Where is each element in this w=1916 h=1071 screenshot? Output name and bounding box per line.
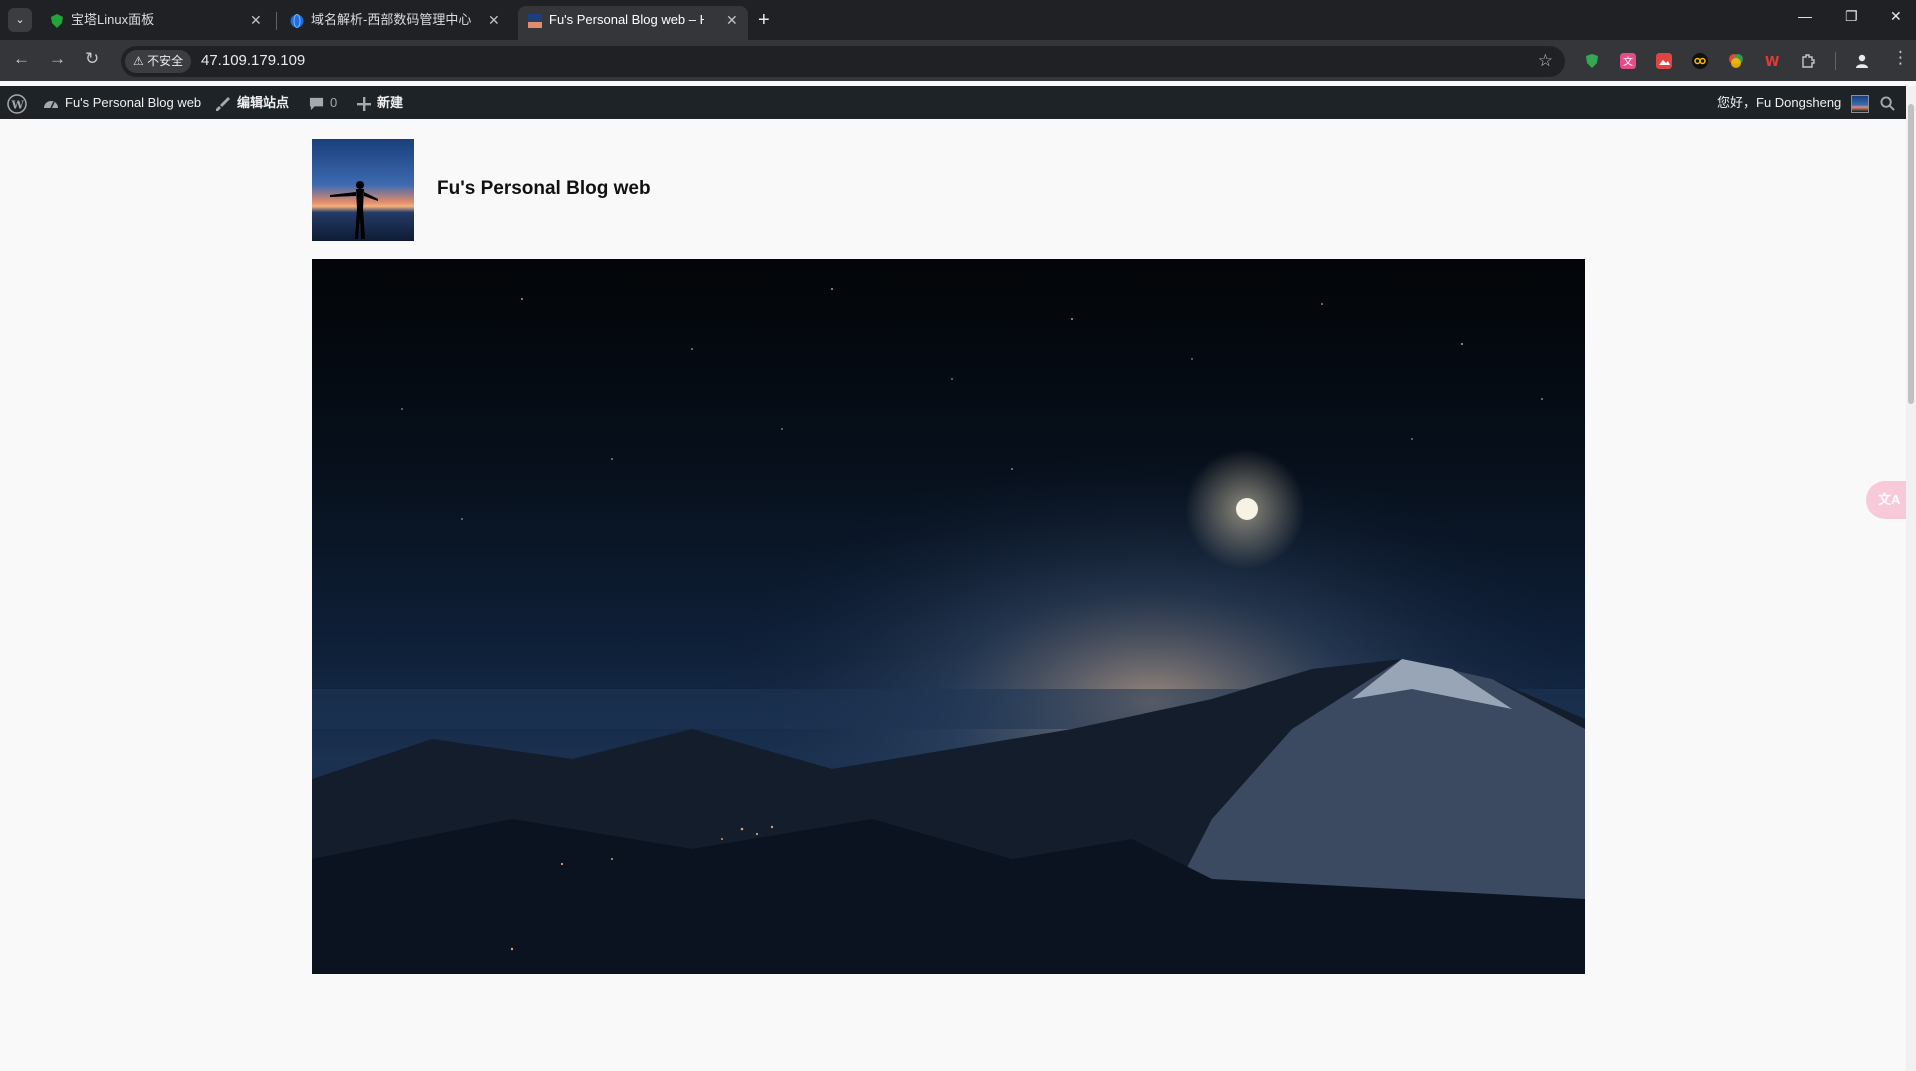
infinity-extension-icon[interactable] xyxy=(1692,53,1708,69)
menu-kebab-icon[interactable]: ⋮ xyxy=(1892,48,1909,68)
new-label: 新建 xyxy=(377,95,404,110)
bookmark-star-icon[interactable]: ☆ xyxy=(1538,51,1553,71)
extensions-puzzle-icon[interactable] xyxy=(1800,53,1816,69)
edit-site-label: 编辑站点 xyxy=(237,95,290,110)
admin-site-name: Fu's Personal Blog web xyxy=(65,95,202,110)
translate-icon: 文A xyxy=(1878,492,1901,507)
back-icon[interactable]: ← xyxy=(13,49,30,69)
translate-extension-icon[interactable]: 文 xyxy=(1620,53,1636,69)
wps-extension-icon[interactable]: W xyxy=(1764,53,1780,69)
close-icon[interactable]: ✕ xyxy=(250,6,262,34)
greeting-text: 您好，Fu Dongsheng xyxy=(1717,95,1842,110)
admin-comments[interactable]: 0 xyxy=(309,86,337,119)
new-tab-button[interactable]: + xyxy=(758,7,770,33)
admin-search-icon[interactable] xyxy=(1880,86,1895,119)
tab-baota[interactable]: 宝塔Linux面板 ✕ xyxy=(40,6,270,40)
site-logo[interactable] xyxy=(312,139,414,241)
minimize-icon[interactable]: — xyxy=(1798,8,1812,24)
page-scrollbar[interactable] xyxy=(1906,86,1916,1071)
shield-extension-icon[interactable] xyxy=(1584,53,1600,69)
tab-strip: ⌄ 宝塔Linux面板 ✕ 域名解析-西部数码管理中心 ✕ Fu's Perso… xyxy=(0,0,1916,40)
admin-site-link[interactable]: Fu's Personal Blog web xyxy=(43,86,201,119)
tab-title: Fu's Personal Blog web – Hi xyxy=(549,12,704,27)
page-content: Fu's Personal Blog web xyxy=(0,119,1906,1071)
browser-toolbar: ← → ↻ ⚠ 不安全 47.109.179.109 ☆ 文 W ⋮ xyxy=(0,40,1916,81)
admin-account[interactable]: 您好，Fu Dongsheng xyxy=(1717,86,1869,119)
reload-icon[interactable]: ↻ xyxy=(85,49,99,69)
colorful-extension-icon[interactable] xyxy=(1728,53,1744,69)
forward-icon[interactable]: → xyxy=(49,49,66,69)
brush-icon xyxy=(216,96,230,111)
admin-edit-site[interactable]: 编辑站点 xyxy=(215,86,289,119)
plus-icon xyxy=(357,96,371,111)
site-title[interactable]: Fu's Personal Blog web xyxy=(437,178,651,200)
profile-avatar-icon[interactable] xyxy=(1854,53,1870,69)
svg-text:文: 文 xyxy=(1623,55,1633,68)
warning-icon: ⚠ xyxy=(133,54,144,68)
security-chip[interactable]: ⚠ 不安全 xyxy=(125,50,192,73)
wp-logo-icon[interactable]: W xyxy=(7,86,27,119)
image-extension-icon[interactable] xyxy=(1656,53,1672,69)
baota-shield-icon xyxy=(51,14,63,28)
silhouette-figure-image xyxy=(330,181,378,239)
comment-bubble-icon xyxy=(309,97,324,111)
comments-count: 0 xyxy=(330,95,338,110)
tab-separator xyxy=(276,12,277,30)
tab-title: 域名解析-西部数码管理中心 xyxy=(311,12,472,27)
hero-image xyxy=(312,259,1585,974)
toolbar-divider xyxy=(1835,52,1836,70)
admin-new-content[interactable]: 新建 xyxy=(357,86,403,119)
security-label: 不安全 xyxy=(147,54,184,68)
close-icon[interactable]: ✕ xyxy=(726,6,738,34)
tab-title: 宝塔Linux面板 xyxy=(71,12,155,27)
tab-west-dns[interactable]: 域名解析-西部数码管理中心 ✕ xyxy=(280,6,508,40)
svg-text:W: W xyxy=(1765,55,1779,69)
close-icon[interactable]: ✕ xyxy=(488,6,500,34)
restore-icon[interactable]: ❐ xyxy=(1845,8,1858,25)
blog-favicon-icon xyxy=(528,14,542,28)
window-close-icon[interactable]: ✕ xyxy=(1890,8,1902,25)
address-bar[interactable]: ⚠ 不安全 47.109.179.109 ☆ xyxy=(121,46,1565,77)
dashboard-gauge-icon xyxy=(44,100,58,108)
wp-admin-bar: W Fu's Personal Blog web 编辑站点 0 新建 您好，Fu… xyxy=(0,86,1916,119)
scrollbar-thumb[interactable] xyxy=(1908,104,1914,404)
svg-text:W: W xyxy=(11,98,25,111)
url-text[interactable]: 47.109.179.109 xyxy=(201,52,305,69)
user-avatar xyxy=(1850,94,1869,113)
tab-blog[interactable]: Fu's Personal Blog web – Hi ✕ xyxy=(518,6,748,40)
west-globe-icon xyxy=(290,14,304,28)
moonlit-mountain-image xyxy=(312,259,1585,974)
tab-search-button[interactable]: ⌄ xyxy=(8,8,32,32)
